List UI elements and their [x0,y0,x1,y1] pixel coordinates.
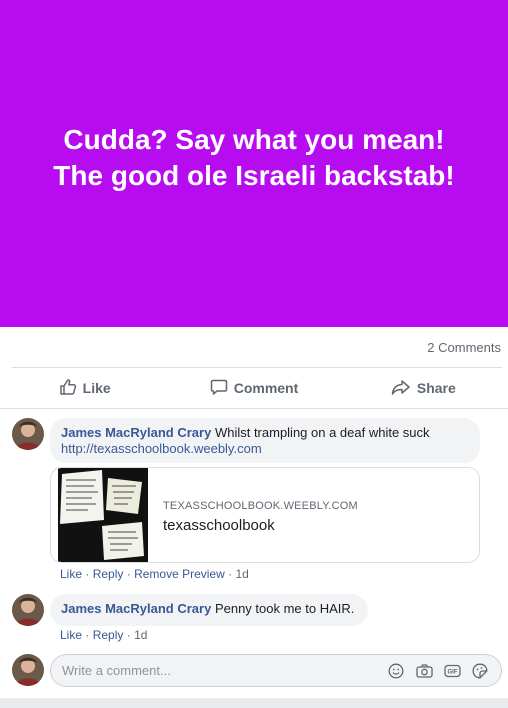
thumbs-up-icon [59,378,83,399]
link-preview-domain: TEXASSCHOOLBOOK.WEEBLY.COM [163,500,358,512]
banner-line-1: Cudda? Say what you mean! [63,123,445,155]
like-button[interactable]: Like [0,371,169,405]
comment-timestamp[interactable]: 1d [134,628,147,642]
comment-label: Comment [233,380,299,396]
link-preview-title: texasschoolbook [163,517,275,534]
comment-like-link[interactable]: Like [60,628,82,642]
comment-reply-link[interactable]: Reply [93,628,124,642]
comment-url-link[interactable]: http://texasschoolbook.weebly.com [61,441,262,456]
separator-dot: · [126,567,131,581]
remove-preview-link[interactable]: Remove Preview [134,567,225,581]
camera-icon[interactable] [415,662,433,680]
share-label: Share [416,380,456,396]
comment-meta: Like · Reply · 1d [60,628,147,642]
banner-line-2: The good ole Israeli backstab! [53,159,455,191]
separator-dot: · [85,567,90,581]
speech-bubble-icon [210,378,234,399]
separator-dot: · [126,628,131,642]
svg-text:GIF: GIF [447,670,457,676]
sticker-icon[interactable] [471,662,489,680]
comment-input[interactable] [62,661,362,680]
share-arrow-icon [391,378,417,399]
comment-timestamp[interactable]: 1d [235,567,248,581]
share-button[interactable]: Share [339,371,508,405]
comment-author-link[interactable]: James MacRyland Crary [61,425,211,440]
banner-text: Cudda? Say what you mean! The good ole I… [53,122,454,194]
comment-composer: GIF [50,654,502,687]
gif-icon[interactable]: GIF [443,662,461,680]
comment-author-link[interactable]: James MacRyland Crary [61,601,211,616]
separator-dot: · [85,628,90,642]
comment-text: Penny took me to HAIR. [214,601,355,616]
comment-text: Whilst trampling on a deaf white suck [214,425,430,440]
stats-divider [12,367,502,368]
link-preview-image [58,468,148,562]
comment-reply-link[interactable]: Reply [93,567,124,581]
like-label: Like [82,380,111,396]
composer-icons: GIF [377,662,489,680]
post-action-bar: Like Comment Share [0,371,508,405]
comment-button[interactable]: Comment [169,371,338,405]
page-bottom-bar [0,698,508,708]
post-image-banner[interactable]: Cudda? Say what you mean! The good ole I… [0,0,508,327]
separator-dot: · [228,567,233,581]
current-user-avatar[interactable] [12,654,44,686]
link-preview-card[interactable]: TEXASSCHOOLBOOK.WEEBLY.COM texasschoolbo… [50,467,480,563]
comment-meta: Like · Reply · Remove Preview · 1d [60,567,249,581]
comment-bubble: James MacRyland Crary Penny took me to H… [50,594,368,626]
emoji-icon[interactable] [387,662,405,680]
comment-bubble: James MacRyland Crary Whilst trampling o… [50,418,480,463]
avatar[interactable] [12,418,44,450]
avatar[interactable] [12,594,44,626]
comment-like-link[interactable]: Like [60,567,82,581]
comment-count-link[interactable]: 2 Comments [427,340,501,355]
